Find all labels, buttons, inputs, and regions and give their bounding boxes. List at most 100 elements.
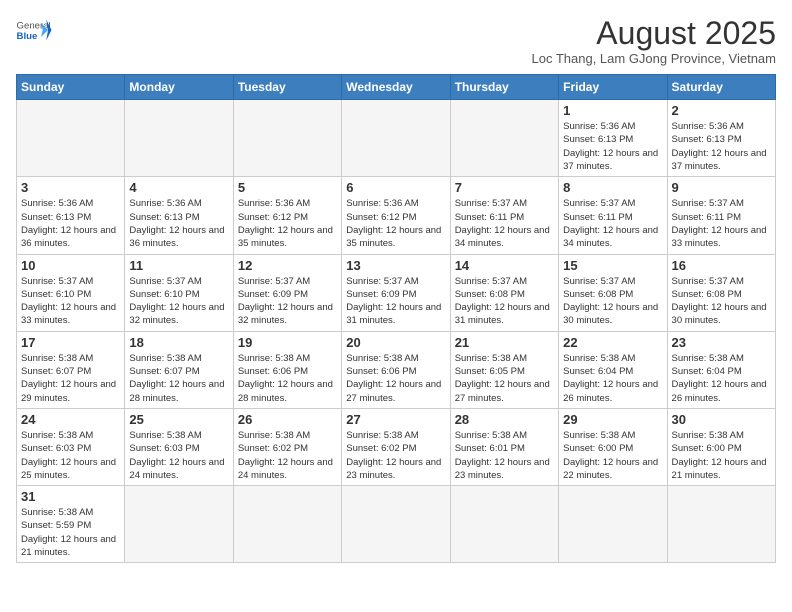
- day-info: Sunrise: 5:38 AM Sunset: 6:04 PM Dayligh…: [563, 352, 662, 405]
- day-number: 11: [129, 258, 228, 273]
- day-info: Sunrise: 5:37 AM Sunset: 6:08 PM Dayligh…: [455, 275, 554, 328]
- day-info: Sunrise: 5:38 AM Sunset: 6:07 PM Dayligh…: [129, 352, 228, 405]
- day-info: Sunrise: 5:37 AM Sunset: 6:10 PM Dayligh…: [21, 275, 120, 328]
- day-number: 2: [672, 103, 771, 118]
- day-info: Sunrise: 5:38 AM Sunset: 6:04 PM Dayligh…: [672, 352, 771, 405]
- day-number: 16: [672, 258, 771, 273]
- weekday-header-wednesday: Wednesday: [342, 75, 450, 100]
- calendar-cell: 11 Sunrise: 5:37 AM Sunset: 6:10 PM Dayli…: [125, 254, 233, 331]
- day-number: 29: [563, 412, 662, 427]
- calendar-cell: [233, 486, 341, 563]
- calendar-cell: 13 Sunrise: 5:37 AM Sunset: 6:09 PM Dayli…: [342, 254, 450, 331]
- day-number: 24: [21, 412, 120, 427]
- calendar-cell: [125, 486, 233, 563]
- weekday-header-monday: Monday: [125, 75, 233, 100]
- calendar-cell: [667, 486, 775, 563]
- day-info: Sunrise: 5:37 AM Sunset: 6:11 PM Dayligh…: [563, 197, 662, 250]
- day-info: Sunrise: 5:38 AM Sunset: 5:59 PM Dayligh…: [21, 506, 120, 559]
- week-row-1: 1 Sunrise: 5:36 AM Sunset: 6:13 PM Daylig…: [17, 100, 776, 177]
- calendar-cell: [125, 100, 233, 177]
- day-number: 23: [672, 335, 771, 350]
- calendar-cell: 12 Sunrise: 5:37 AM Sunset: 6:09 PM Dayli…: [233, 254, 341, 331]
- week-row-3: 10 Sunrise: 5:37 AM Sunset: 6:10 PM Dayli…: [17, 254, 776, 331]
- logo-icon: General Blue: [16, 16, 52, 44]
- day-number: 7: [455, 180, 554, 195]
- day-number: 27: [346, 412, 445, 427]
- day-number: 3: [21, 180, 120, 195]
- calendar-cell: 14Sunrise: 5:37 AM Sunset: 6:08 PM Dayli…: [450, 254, 558, 331]
- logo: General Blue: [16, 16, 52, 44]
- day-number: 6: [346, 180, 445, 195]
- day-info: Sunrise: 5:37 AM Sunset: 6:09 PM Dayligh…: [238, 275, 337, 328]
- day-number: 21: [455, 335, 554, 350]
- day-info: Sunrise: 5:36 AM Sunset: 6:13 PM Dayligh…: [672, 120, 771, 173]
- day-number: 5: [238, 180, 337, 195]
- day-number: 30: [672, 412, 771, 427]
- calendar-cell: [233, 100, 341, 177]
- calendar-cell: 17 Sunrise: 5:38 AM Sunset: 6:07 PM Dayli…: [17, 331, 125, 408]
- calendar-cell: 8Sunrise: 5:37 AM Sunset: 6:11 PM Daylig…: [559, 177, 667, 254]
- day-info: Sunrise: 5:38 AM Sunset: 6:06 PM Dayligh…: [238, 352, 337, 405]
- week-row-2: 3 Sunrise: 5:36 AM Sunset: 6:13 PM Daylig…: [17, 177, 776, 254]
- day-info: Sunrise: 5:38 AM Sunset: 6:03 PM Dayligh…: [21, 429, 120, 482]
- calendar-cell: [342, 486, 450, 563]
- day-info: Sunrise: 5:38 AM Sunset: 6:00 PM Dayligh…: [672, 429, 771, 482]
- calendar-cell: 15 Sunrise: 5:37 AM Sunset: 6:08 PM Dayli…: [559, 254, 667, 331]
- day-info: Sunrise: 5:37 AM Sunset: 6:08 PM Dayligh…: [563, 275, 662, 328]
- calendar-cell: 27 Sunrise: 5:38 AM Sunset: 6:02 PM Dayli…: [342, 408, 450, 485]
- day-number: 22: [563, 335, 662, 350]
- weekday-header-thursday: Thursday: [450, 75, 558, 100]
- day-number: 9: [672, 180, 771, 195]
- day-number: 19: [238, 335, 337, 350]
- calendar-cell: 22 Sunrise: 5:38 AM Sunset: 6:04 PM Dayli…: [559, 331, 667, 408]
- calendar-cell: 18Sunrise: 5:38 AM Sunset: 6:07 PM Dayli…: [125, 331, 233, 408]
- day-info: Sunrise: 5:38 AM Sunset: 6:02 PM Dayligh…: [346, 429, 445, 482]
- calendar-cell: 19 Sunrise: 5:38 AM Sunset: 6:06 PM Dayli…: [233, 331, 341, 408]
- calendar-cell: 26 Sunrise: 5:38 AM Sunset: 6:02 PM Dayli…: [233, 408, 341, 485]
- calendar-table: SundayMondayTuesdayWednesdayThursdayFrid…: [16, 74, 776, 563]
- calendar-cell: 16Sunrise: 5:37 AM Sunset: 6:08 PM Dayli…: [667, 254, 775, 331]
- day-number: 1: [563, 103, 662, 118]
- calendar-cell: 3 Sunrise: 5:36 AM Sunset: 6:13 PM Daylig…: [17, 177, 125, 254]
- day-info: Sunrise: 5:36 AM Sunset: 6:13 PM Dayligh…: [563, 120, 662, 173]
- day-info: Sunrise: 5:38 AM Sunset: 6:03 PM Dayligh…: [129, 429, 228, 482]
- weekday-header-tuesday: Tuesday: [233, 75, 341, 100]
- week-row-4: 17 Sunrise: 5:38 AM Sunset: 6:07 PM Dayli…: [17, 331, 776, 408]
- day-number: 20: [346, 335, 445, 350]
- day-number: 26: [238, 412, 337, 427]
- weekday-header-row: SundayMondayTuesdayWednesdayThursdayFrid…: [17, 75, 776, 100]
- weekday-header-saturday: Saturday: [667, 75, 775, 100]
- week-row-5: 24 Sunrise: 5:38 AM Sunset: 6:03 PM Dayli…: [17, 408, 776, 485]
- calendar-cell: 6Sunrise: 5:36 AM Sunset: 6:12 PM Daylig…: [342, 177, 450, 254]
- day-info: Sunrise: 5:38 AM Sunset: 6:05 PM Dayligh…: [455, 352, 554, 405]
- calendar-cell: [17, 100, 125, 177]
- calendar-cell: 10 Sunrise: 5:37 AM Sunset: 6:10 PM Dayli…: [17, 254, 125, 331]
- calendar-cell: [559, 486, 667, 563]
- calendar-cell: [342, 100, 450, 177]
- calendar-cell: 30 Sunrise: 5:38 AM Sunset: 6:00 PM Dayli…: [667, 408, 775, 485]
- calendar-cell: 23 Sunrise: 5:38 AM Sunset: 6:04 PM Dayli…: [667, 331, 775, 408]
- day-number: 13: [346, 258, 445, 273]
- day-number: 10: [21, 258, 120, 273]
- day-info: Sunrise: 5:37 AM Sunset: 6:10 PM Dayligh…: [129, 275, 228, 328]
- day-info: Sunrise: 5:36 AM Sunset: 6:13 PM Dayligh…: [21, 197, 120, 250]
- calendar-cell: 7Sunrise: 5:37 AM Sunset: 6:11 PM Daylig…: [450, 177, 558, 254]
- day-number: 4: [129, 180, 228, 195]
- day-number: 12: [238, 258, 337, 273]
- title-area: August 2025 Loc Thang, Lam GJong Provinc…: [532, 16, 777, 66]
- day-number: 15: [563, 258, 662, 273]
- day-info: Sunrise: 5:37 AM Sunset: 6:09 PM Dayligh…: [346, 275, 445, 328]
- location-subtitle: Loc Thang, Lam GJong Province, Vietnam: [532, 51, 777, 66]
- calendar-cell: 4Sunrise: 5:36 AM Sunset: 6:13 PM Daylig…: [125, 177, 233, 254]
- day-info: Sunrise: 5:38 AM Sunset: 6:06 PM Dayligh…: [346, 352, 445, 405]
- day-info: Sunrise: 5:36 AM Sunset: 6:12 PM Dayligh…: [238, 197, 337, 250]
- day-number: 31: [21, 489, 120, 504]
- day-info: Sunrise: 5:38 AM Sunset: 6:00 PM Dayligh…: [563, 429, 662, 482]
- weekday-header-sunday: Sunday: [17, 75, 125, 100]
- day-info: Sunrise: 5:38 AM Sunset: 6:07 PM Dayligh…: [21, 352, 120, 405]
- calendar-cell: 25Sunrise: 5:38 AM Sunset: 6:03 PM Dayli…: [125, 408, 233, 485]
- day-number: 17: [21, 335, 120, 350]
- day-info: Sunrise: 5:37 AM Sunset: 6:11 PM Dayligh…: [672, 197, 771, 250]
- weekday-header-friday: Friday: [559, 75, 667, 100]
- day-info: Sunrise: 5:38 AM Sunset: 6:02 PM Dayligh…: [238, 429, 337, 482]
